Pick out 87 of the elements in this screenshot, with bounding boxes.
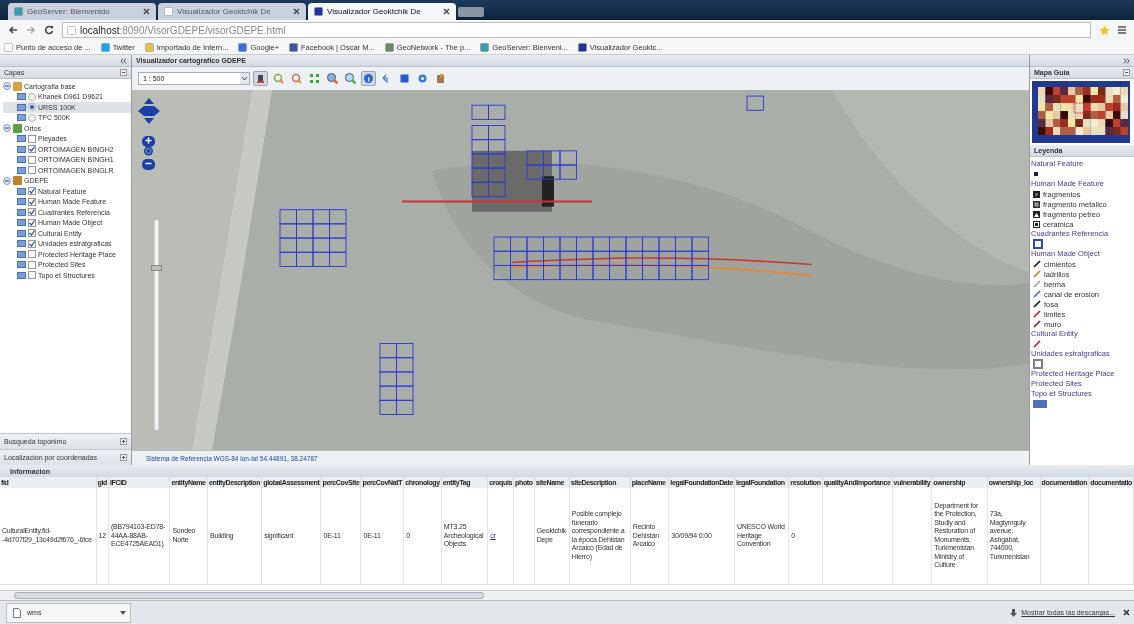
expand-toggle[interactable] — [3, 124, 11, 133]
full-extent-icon — [399, 73, 410, 84]
square-symbol-icon — [1033, 210, 1040, 218]
checkbox[interactable] — [28, 166, 36, 175]
close-icon[interactable] — [443, 8, 450, 15]
magnifier-icon — [345, 73, 356, 84]
collapse-button[interactable] — [1123, 69, 1130, 76]
layer-group-icon — [13, 81, 22, 91]
browser-tab[interactable]: GeoServer: Bienvenido — [8, 3, 156, 20]
layer-group-icon — [13, 123, 22, 133]
checkbox[interactable] — [28, 134, 36, 143]
close-icon[interactable] — [293, 8, 300, 15]
radio-button[interactable] — [28, 92, 36, 101]
menu-icon[interactable] — [1118, 25, 1126, 35]
info-icon — [363, 73, 374, 84]
checkbox[interactable] — [28, 239, 36, 248]
radio-button[interactable] — [28, 103, 36, 112]
folder-icon — [144, 42, 154, 52]
scrollbar-thumb[interactable] — [14, 592, 484, 599]
close-icon — [1123, 609, 1130, 616]
site-icon — [238, 42, 248, 52]
zoom-in-button[interactable] — [142, 136, 155, 147]
collapse-right-icon[interactable] — [1123, 57, 1130, 64]
forward-icon[interactable] — [26, 25, 36, 35]
square-symbol-icon — [1033, 200, 1040, 208]
star-icon[interactable] — [1099, 24, 1110, 36]
back-icon[interactable] — [8, 25, 18, 35]
expand-toggle[interactable] — [3, 176, 11, 185]
reload-icon[interactable] — [44, 25, 54, 35]
checkbox[interactable] — [28, 197, 36, 206]
site-icon — [289, 42, 299, 52]
checkbox[interactable] — [28, 250, 36, 259]
checkbox[interactable] — [28, 218, 36, 227]
checkbox[interactable] — [28, 271, 36, 280]
expand-button[interactable] — [120, 454, 127, 461]
page-icon — [164, 7, 173, 16]
collapse-button[interactable] — [120, 69, 127, 76]
minus-icon — [145, 160, 152, 167]
pan-control-icon[interactable] — [138, 98, 160, 124]
expand-button[interactable] — [120, 438, 127, 445]
point-symbol-icon — [1033, 171, 1039, 177]
toolbar-button[interactable] — [325, 71, 340, 86]
toolbar-button[interactable] — [361, 71, 376, 86]
help-icon — [417, 73, 428, 84]
zoom-in-icon — [273, 73, 284, 84]
extent-icon — [309, 73, 320, 84]
file-icon — [13, 607, 21, 618]
browser-tab[interactable]: Visualizador Geoktchik De — [308, 3, 456, 20]
toolbar-button[interactable] — [289, 71, 304, 86]
zoom-out-icon — [291, 73, 302, 84]
address-field[interactable]: localhost:8090/VisorGDEPE/visorGDEPE.html — [62, 22, 1091, 38]
expand-toggle[interactable] — [3, 82, 11, 91]
site-icon — [100, 42, 110, 52]
site-icon — [480, 42, 490, 52]
toolbar-button[interactable] — [253, 71, 268, 86]
radio-button[interactable] — [28, 113, 36, 122]
square-symbol-icon — [1033, 190, 1040, 198]
plus-icon — [145, 137, 152, 144]
globe-icon[interactable] — [142, 146, 155, 156]
site-icon — [577, 42, 587, 52]
site-icon — [14, 7, 23, 16]
overview-map-drawing[interactable] — [1032, 81, 1130, 143]
print-icon — [435, 73, 446, 84]
layer-group-icon — [13, 176, 22, 186]
slider-thumb[interactable] — [151, 264, 162, 271]
site-icon — [314, 7, 323, 16]
checkbox[interactable] — [28, 208, 36, 217]
checkbox[interactable] — [28, 155, 36, 164]
magnifier-icon — [327, 73, 338, 84]
close-icon[interactable] — [143, 8, 150, 15]
site-icon — [384, 42, 394, 52]
checkbox[interactable] — [28, 187, 36, 196]
page-icon — [67, 25, 76, 35]
caret-icon — [240, 73, 249, 84]
browser-tab[interactable]: Visualizador Geoktchik De — [158, 3, 306, 20]
checkbox[interactable] — [28, 260, 36, 269]
checkbox[interactable] — [28, 229, 36, 238]
checkbox[interactable] — [28, 145, 36, 154]
toolbar-button[interactable] — [343, 71, 358, 86]
caret-icon[interactable] — [120, 610, 126, 615]
download-icon — [1010, 608, 1018, 617]
collapse-left-icon[interactable] — [120, 57, 127, 64]
zoom-out-button[interactable] — [142, 159, 155, 170]
square-symbol-icon — [1033, 220, 1040, 228]
zoom-slider[interactable] — [154, 220, 159, 430]
horizontal-scrollbar[interactable] — [0, 590, 1134, 600]
hand-icon — [255, 73, 266, 84]
